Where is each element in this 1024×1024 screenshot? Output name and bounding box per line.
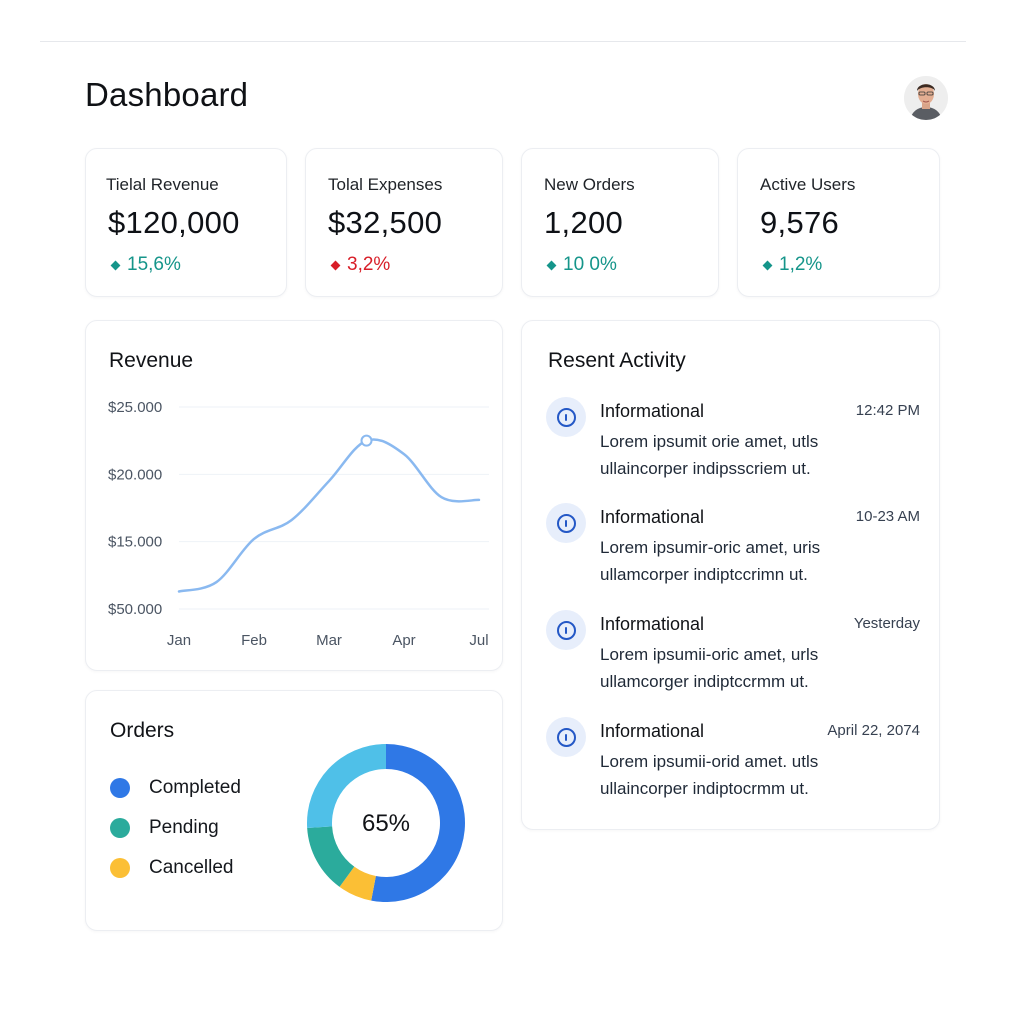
x-tick-label: Jul (469, 632, 488, 649)
cancelled-dot-icon (110, 858, 130, 878)
x-tick-label: Apr (392, 632, 415, 649)
trend-up-icon (546, 260, 557, 270)
activity-item-body: Lorem ipsumii-orid amet. utls ullaincorp… (600, 748, 920, 802)
activity-item-line: Lorem ipsumii-oric amet, urls (600, 645, 819, 664)
stat-value: 1,200 (544, 205, 624, 240)
activity-item-line: Lorem ipsumit orie amet, utls (600, 432, 819, 451)
activity-item-line: ullaincorper indiptocrmm ut. (600, 779, 809, 798)
stat-change: 3,2% (328, 254, 390, 276)
activity-item-line: Lorem ipsumii-orid amet. utls (600, 752, 819, 771)
highlight-point[interactable] (360, 434, 373, 447)
y-tick-label: $25.000 (108, 399, 162, 416)
stat-card-expenses[interactable]: Tolal Expenses $32,500 3,2% (305, 148, 503, 297)
stat-change-value: 10 0% (563, 254, 617, 275)
stat-change-value: 1,2% (779, 254, 823, 275)
info-icon (546, 610, 586, 650)
revenue-line-chart: $25.000 $20.000 $15.000 $50.000 Jan Feb Mar Apr… (108, 399, 489, 649)
activity-item[interactable]: Informational April 22, 2074 Lorem ipsum… (546, 717, 920, 807)
stat-label: Tolal Expenses (328, 175, 443, 194)
trend-up-icon (762, 260, 773, 270)
activity-item-time: 12:42 PM (855, 402, 920, 419)
activity-item-time: April 22, 2074 (827, 722, 920, 739)
stat-value: 9,576 (760, 205, 840, 240)
page-title: Dashboard (85, 76, 249, 113)
legend-label: Pending (149, 817, 219, 838)
info-icon (546, 503, 586, 543)
activity-item[interactable]: Informational 12:42 PM Lorem ipsumit ori… (546, 397, 920, 487)
legend-item-completed: Completed (110, 777, 241, 799)
y-tick-label: $15.000 (108, 534, 162, 551)
stat-card-revenue[interactable]: Tielal Revenue $120,000 15,6% (85, 148, 287, 297)
stat-label: Active Users (760, 175, 856, 194)
revenue-series-line (177, 438, 481, 593)
legend-item-pending: Pending (110, 817, 219, 839)
pending-dot-icon (110, 818, 130, 838)
stat-change-value: 3,2% (347, 254, 391, 275)
activity-title: Resent Activity (548, 349, 686, 372)
stat-value: $32,500 (328, 205, 443, 240)
stat-change-value: 15,6% (127, 254, 181, 275)
stat-change: 10 0% (544, 254, 617, 276)
stat-change: 15,6% (108, 254, 181, 276)
y-tick-label: $50.000 (108, 601, 162, 618)
legend-item-cancelled: Cancelled (110, 857, 234, 879)
x-tick-label: Jan (167, 632, 191, 649)
activity-item-line: ullamcorger indiptccrmm ut. (600, 672, 809, 691)
orders-card: Orders Completed Pending Cancelled 65% (85, 690, 503, 931)
activity-item-body: Lorem ipsumii-oric amet, urls ullamcorge… (600, 641, 920, 695)
orders-title: Orders (110, 719, 175, 742)
activity-item-line: Lorem ipsumir-oric amet, uris (600, 538, 821, 557)
stat-change: 1,2% (760, 254, 822, 276)
x-tick-label: Mar (316, 632, 342, 649)
y-tick-label: $20.000 (108, 466, 162, 483)
stat-label: Tielal Revenue (106, 175, 219, 194)
activity-item-line: ullaincorper indipsscriem ut. (600, 459, 811, 478)
stat-card-users[interactable]: Active Users 9,576 1,2% (737, 148, 940, 297)
activity-item-line: ullamcorper indiptccrimn ut. (600, 565, 808, 584)
trend-down-icon (330, 260, 341, 270)
stat-value: $120,000 (108, 205, 240, 240)
activity-item-time: Yesterday (853, 615, 920, 632)
activity-item[interactable]: Informational Yesterday Lorem ipsumii-or… (546, 610, 920, 700)
revenue-card: Revenue $25.000 $20.000 $15.000 $50.000 Jan F… (85, 320, 503, 671)
donut-center-label: 65% (362, 810, 410, 837)
activity-item-title: Informational (600, 507, 705, 527)
stat-card-orders[interactable]: New Orders 1,200 10 0% (521, 148, 719, 297)
activity-item-title: Informational (600, 721, 705, 741)
info-icon (546, 717, 586, 757)
stat-label: New Orders (544, 175, 635, 194)
legend-label: Cancelled (149, 857, 234, 878)
avatar-icon (904, 76, 948, 120)
legend-label: Completed (149, 777, 241, 798)
activity-item-body: Lorem ipsumir-oric amet, uris ullamcorpe… (600, 534, 920, 588)
info-icon (546, 397, 586, 437)
top-divider (40, 41, 966, 42)
activity-item-body: Lorem ipsumit orie amet, utls ullaincorp… (600, 428, 920, 482)
completed-dot-icon (110, 778, 130, 798)
x-tick-label: Feb (241, 632, 267, 649)
activity-item-title: Informational (600, 614, 705, 634)
activity-card: Resent Activity Informational 12:42 PM L… (521, 320, 940, 830)
user-avatar[interactable] (904, 76, 948, 120)
trend-up-icon (110, 260, 121, 270)
activity-item[interactable]: Informational 10-23 AM Lorem ipsumir-ori… (546, 503, 920, 593)
activity-item-time: 10-23 AM (855, 508, 920, 525)
orders-donut-chart: 65% (307, 744, 466, 902)
activity-item-title: Informational (600, 401, 705, 421)
